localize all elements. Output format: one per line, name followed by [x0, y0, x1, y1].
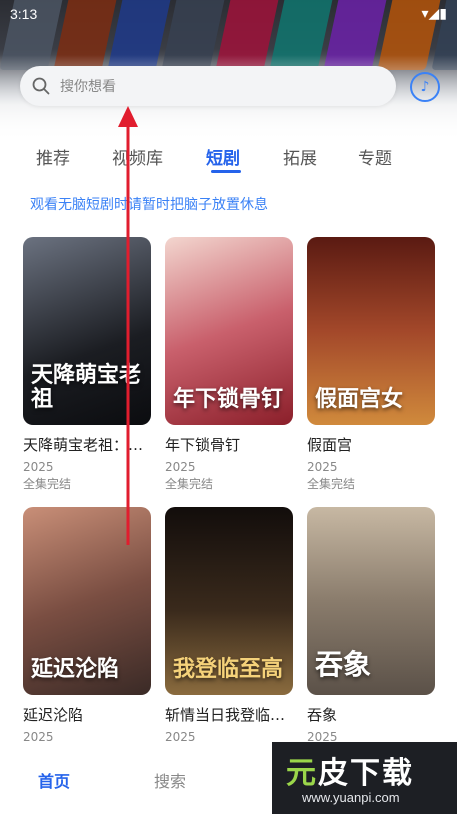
annotation-arrow	[118, 106, 138, 545]
